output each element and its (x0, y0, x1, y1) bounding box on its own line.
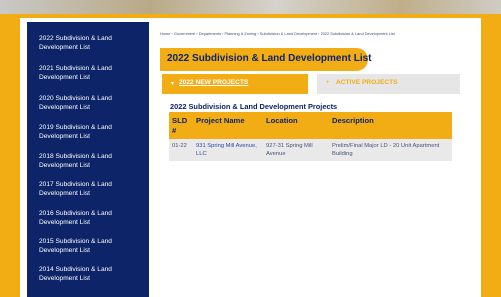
tab-label: 2022 NEW PROJECTS (179, 79, 249, 86)
column-header-location: Location (266, 116, 298, 125)
sidebar-item-2019[interactable]: 2019 Subdivision & Land Development List (39, 123, 144, 142)
breadcrumb-planning-zoning[interactable]: Planning & Zoning (225, 31, 257, 36)
table-header-row: SLD # Project Name Location Description (169, 112, 452, 139)
page-title: 2022 Subdivision & Land Development List (167, 53, 372, 64)
plus-icon: + (326, 80, 330, 86)
background-texture-strip (0, 0, 501, 14)
chevron-down-icon: ▾ (171, 81, 175, 87)
column-header-project-name: Project Name (196, 116, 245, 125)
table-row: 01-22 931 Spring Mill Avenue, LLC 927-31… (169, 139, 452, 161)
breadcrumb-current: 2022 Subdivision & Land Development List (320, 31, 395, 36)
column-header-sld: SLD # (172, 116, 188, 135)
sidebar-item-2018[interactable]: 2018 Subdivision & Land Development List (39, 152, 144, 171)
sidebar-item-2020[interactable]: 2020 Subdivision & Land Development List (39, 94, 144, 113)
cell-sld: 01-22 (172, 143, 187, 149)
cell-project-name-link[interactable]: 931 Spring Mill Avenue, LLC (196, 142, 258, 158)
cell-location: 927-31 Spring Mill Avenue (266, 143, 313, 157)
breadcrumb-subdivision[interactable]: Subdivision & Land Development (260, 31, 317, 36)
breadcrumb-departments[interactable]: Departments (199, 31, 221, 36)
breadcrumb-home[interactable]: Home (160, 31, 170, 36)
breadcrumb: Home › Government › Departments › Planni… (160, 31, 480, 36)
tab-2022-new-projects[interactable]: ▾ 2022 NEW PROJECTS (162, 74, 308, 94)
column-header-description: Description (332, 116, 374, 125)
sidebar-item-2022[interactable]: 2022 Subdivision & Land Development List (39, 34, 144, 53)
sidebar-item-2014[interactable]: 2014 Subdivision & Land Development List (39, 265, 144, 284)
sidebar-item-2015[interactable]: 2015 Subdivision & Land Development List (39, 237, 144, 256)
cell-description: Prelim/Final Major LD - 20 Unit Apartmen… (332, 143, 440, 157)
breadcrumb-government[interactable]: Government (174, 31, 195, 36)
tab-active-projects[interactable]: + ACTIVE PROJECTS (317, 74, 460, 94)
table-title: 2022 Subdivision & Land Development Proj… (170, 102, 338, 111)
sidebar-item-2021[interactable]: 2021 Subdivision & Land Development List (39, 64, 144, 83)
sidebar-item-2017[interactable]: 2017 Subdivision & Land Development List (39, 180, 144, 199)
sidebar-item-2016[interactable]: 2016 Subdivision & Land Development List (39, 209, 144, 228)
tab-label: ACTIVE PROJECTS (336, 79, 398, 86)
sidebar: 2022 Subdivision & Land Development List… (27, 22, 149, 297)
